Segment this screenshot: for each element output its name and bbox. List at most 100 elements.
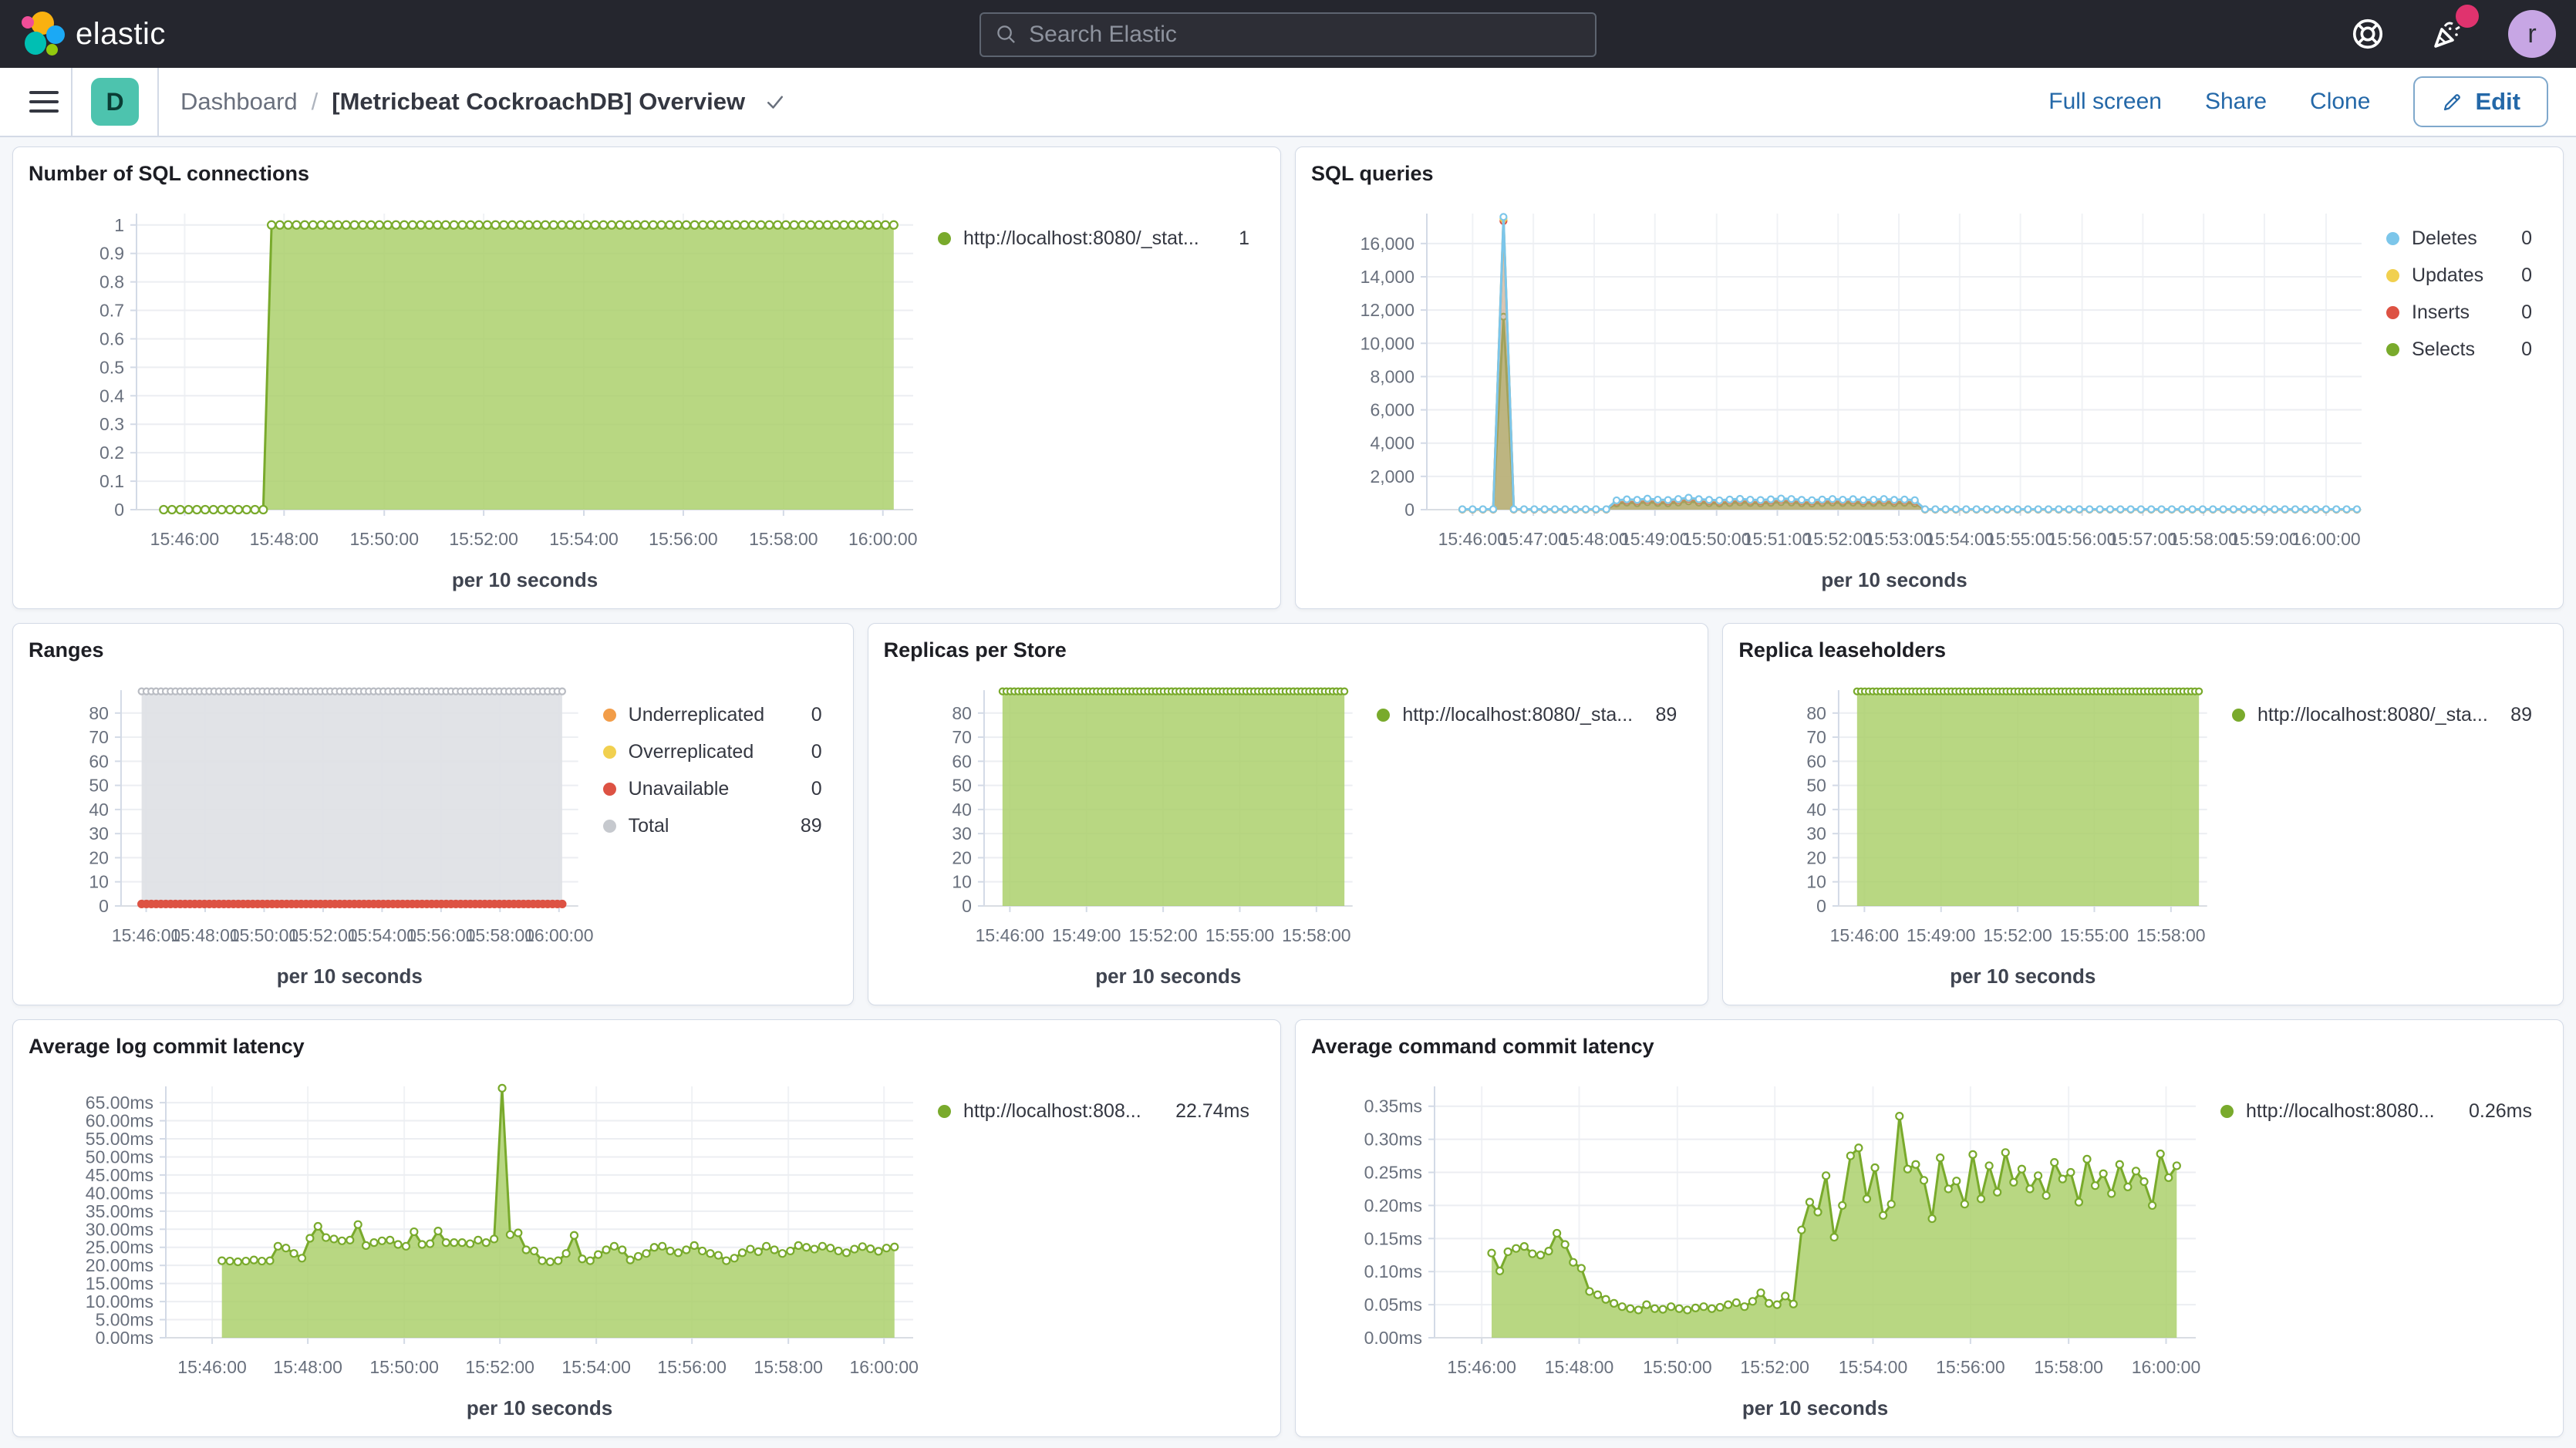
legend-label: http://localhost:8080...: [2246, 1100, 2456, 1123]
svg-text:8,000: 8,000: [1370, 366, 1414, 386]
svg-text:30.00ms: 30.00ms: [86, 1219, 153, 1239]
svg-text:15:57:00: 15:57:00: [2109, 529, 2178, 549]
svg-text:20: 20: [1807, 847, 1827, 867]
share-button[interactable]: Share: [2205, 89, 2267, 115]
legend-item[interactable]: Inserts0: [2386, 297, 2540, 328]
legend-value: 0: [2521, 227, 2540, 250]
legend-item[interactable]: http://localhost:808...22.74ms: [938, 1096, 1257, 1126]
panel-title: Ranges: [29, 635, 838, 665]
svg-text:0: 0: [962, 896, 972, 916]
svg-text:35.00ms: 35.00ms: [86, 1201, 153, 1221]
legend-item[interactable]: Overreplicated0: [603, 736, 830, 767]
svg-text:50: 50: [952, 776, 972, 796]
chart-sql-queries[interactable]: 15:46:0015:47:0015:48:0015:49:0015:50:00…: [1311, 189, 2382, 602]
svg-text:15:48:00: 15:48:00: [273, 1357, 342, 1377]
avatar-initial: r: [2527, 19, 2536, 49]
legend-item[interactable]: Total89: [603, 810, 830, 841]
legend-dot: [2386, 343, 2399, 356]
svg-text:6,000: 6,000: [1370, 400, 1414, 420]
help-icon[interactable]: [2348, 14, 2388, 54]
svg-text:70: 70: [952, 727, 972, 747]
svg-text:16:00:00: 16:00:00: [2291, 529, 2361, 549]
legend-item[interactable]: Unavailable0: [603, 773, 830, 804]
search-icon: [995, 22, 1018, 47]
legend-dot: [2220, 1105, 2234, 1118]
svg-text:15:50:00: 15:50:00: [1643, 1357, 1712, 1377]
dashboard-badge[interactable]: D: [91, 78, 139, 126]
global-search[interactable]: [979, 12, 1597, 57]
menu-icon[interactable]: [17, 68, 71, 136]
news-icon[interactable]: [2428, 14, 2468, 54]
svg-text:0.8: 0.8: [99, 272, 124, 292]
svg-text:20.00ms: 20.00ms: [86, 1255, 153, 1275]
svg-text:15:46:00: 15:46:00: [177, 1357, 247, 1377]
panel-title: Average log commit latency: [29, 1031, 1265, 1062]
svg-text:10.00ms: 10.00ms: [86, 1291, 153, 1312]
notification-dot: [2456, 5, 2479, 28]
chart-replica-leaseholders[interactable]: 15:46:0015:49:0015:52:0015:55:0015:58:00…: [1738, 665, 2227, 998]
edit-button[interactable]: Edit: [2413, 76, 2548, 127]
legend-item[interactable]: Updates0: [2386, 260, 2540, 291]
legend-label: Overreplicated: [629, 741, 799, 763]
legend-value: 0.26ms: [2469, 1100, 2540, 1123]
svg-text:60: 60: [89, 751, 109, 771]
legend-item[interactable]: Deletes0: [2386, 223, 2540, 254]
logo-text: elastic: [76, 17, 166, 52]
legend-label: Updates: [2412, 264, 2509, 287]
svg-text:30: 30: [89, 823, 109, 844]
clone-button[interactable]: Clone: [2310, 89, 2370, 115]
legend-dot: [1377, 709, 1390, 722]
svg-text:per 10 seconds: per 10 seconds: [1742, 1396, 1888, 1419]
elastic-logo[interactable]: elastic: [20, 12, 166, 56]
breadcrumb-dashboard-link[interactable]: Dashboard: [180, 88, 298, 116]
legend-item[interactable]: http://localhost:8080/_stat... 1: [938, 223, 1257, 254]
avatar[interactable]: r: [2508, 10, 2556, 58]
svg-text:40: 40: [1807, 800, 1827, 820]
svg-text:15:54:00: 15:54:00: [1925, 529, 1994, 549]
svg-text:70: 70: [1807, 727, 1827, 747]
svg-text:15:46:00: 15:46:00: [1830, 925, 1899, 945]
legend-value: 0: [2521, 301, 2540, 324]
legend-value: 0: [2521, 338, 2540, 361]
svg-text:0.2: 0.2: [99, 443, 124, 463]
svg-text:0.4: 0.4: [99, 386, 124, 406]
chart-legend: Deletes0Updates0Inserts0Selects0: [2382, 189, 2547, 602]
svg-text:30: 30: [952, 823, 972, 844]
chart-avg-log-commit-latency[interactable]: 15:46:0015:48:0015:50:0015:52:0015:54:00…: [29, 1062, 933, 1430]
chart-replicas-per-store[interactable]: 15:46:0015:49:0015:52:0015:55:0015:58:00…: [884, 665, 1373, 998]
svg-text:55.00ms: 55.00ms: [86, 1129, 153, 1149]
svg-text:15:58:00: 15:58:00: [754, 1357, 823, 1377]
legend-value: 1: [1239, 227, 1257, 250]
legend-item[interactable]: http://localhost:8080... 0.26ms: [2220, 1096, 2540, 1126]
svg-text:20: 20: [89, 847, 109, 867]
full-screen-button[interactable]: Full screen: [2048, 89, 2162, 115]
svg-text:15:47:00: 15:47:00: [1499, 529, 1568, 549]
svg-text:15:52:00: 15:52:00: [1128, 925, 1197, 945]
elastic-logo-icon: [20, 12, 65, 56]
title-caret-icon[interactable]: [764, 90, 787, 113]
svg-text:0.25ms: 0.25ms: [1364, 1163, 1422, 1183]
svg-text:0.5: 0.5: [99, 357, 124, 377]
svg-text:0.6: 0.6: [99, 328, 124, 349]
legend-label: http://localhost:8080/_stat...: [963, 227, 1226, 250]
svg-text:15:48:00: 15:48:00: [1545, 1357, 1614, 1377]
legend-item[interactable]: http://localhost:8080/_sta...89: [2232, 699, 2540, 730]
legend-item[interactable]: Selects0: [2386, 334, 2540, 365]
svg-text:16:00:00: 16:00:00: [2132, 1357, 2201, 1377]
panel-title: Replica leaseholders: [1738, 635, 2547, 665]
svg-text:70: 70: [89, 727, 109, 747]
legend-item[interactable]: Underreplicated0: [603, 699, 830, 730]
svg-text:15:54:00: 15:54:00: [1839, 1357, 1908, 1377]
svg-text:50: 50: [89, 776, 109, 796]
panel-replica-leaseholders: Replica leaseholders15:46:0015:49:0015:5…: [1722, 623, 2564, 1005]
svg-text:80: 80: [89, 703, 109, 723]
svg-text:15:55:00: 15:55:00: [1986, 529, 2055, 549]
legend-item[interactable]: http://localhost:8080/_sta...89: [1377, 699, 1684, 730]
svg-text:4,000: 4,000: [1370, 433, 1414, 453]
search-input[interactable]: [1029, 22, 1581, 48]
chart-sql-connections[interactable]: 15:46:0015:48:0015:50:0015:52:0015:54:00…: [29, 189, 933, 602]
breadcrumb: Dashboard / [Metricbeat CockroachDB] Ove…: [159, 88, 787, 116]
svg-text:25.00ms: 25.00ms: [86, 1238, 153, 1258]
chart-avg-command-commit-latency[interactable]: 15:46:0015:48:0015:50:0015:52:0015:54:00…: [1311, 1062, 2216, 1430]
chart-ranges[interactable]: 15:46:0015:48:0015:50:0015:52:0015:54:00…: [29, 665, 598, 998]
